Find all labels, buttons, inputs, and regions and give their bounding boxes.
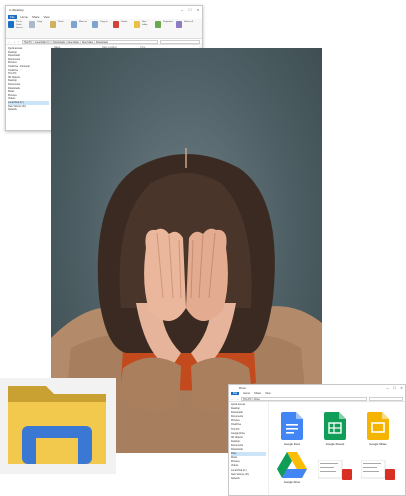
select-all-icon[interactable] (176, 21, 182, 28)
item-label: Google Docs (283, 442, 301, 446)
tab-view[interactable]: View (265, 392, 271, 395)
tab-share[interactable]: Share (32, 15, 39, 19)
ribbon-label: New folder (142, 21, 148, 26)
pdf-thumbnail-icon (317, 459, 352, 480)
pdf-file-item[interactable] (359, 459, 397, 481)
paste-icon[interactable] (50, 21, 56, 28)
tab-file[interactable]: File (8, 14, 17, 19)
move-to-icon[interactable] (71, 21, 77, 28)
new-folder-icon[interactable] (134, 21, 140, 28)
title-bar: C:\Desktop – □ × (6, 6, 202, 14)
ribbon: Pin to Quick access Copy Paste Move to C… (6, 19, 202, 39)
ribbon-label: Delete (121, 21, 128, 23)
tab-view[interactable]: View (43, 15, 49, 19)
item-label: Google Slides (369, 442, 387, 446)
ribbon-label: Select all (184, 21, 193, 23)
ribbon-label: Paste (58, 21, 64, 23)
google-docs-icon (281, 412, 303, 440)
ribbon-label: Pin to Quick access (16, 21, 23, 29)
close-button[interactable]: × (194, 6, 202, 14)
google-sheets-item[interactable]: Google Sheets (316, 412, 354, 446)
item-label: Google Drive (283, 480, 301, 484)
copy-to-icon[interactable] (92, 21, 98, 28)
pin-icon[interactable] (8, 21, 14, 28)
google-drive-icon (277, 452, 307, 478)
address-bar[interactable]: This PC > Local Disk (C:) > Downloads > … (21, 39, 158, 44)
window-title: Drive (239, 386, 247, 390)
tab-file[interactable]: File (231, 392, 240, 395)
properties-icon[interactable] (155, 21, 161, 28)
address-bar[interactable]: This PC > Drive (241, 396, 367, 401)
tab-share[interactable]: Share (254, 392, 261, 395)
navigation-pane: Quick access Desktop Downloads Documents Pic… (229, 402, 269, 495)
nav-item[interactable]: Network (231, 477, 266, 481)
ribbon-label: Copy (37, 21, 43, 23)
maximize-button[interactable]: □ (186, 6, 194, 14)
item-label: Google Sheets (325, 442, 345, 446)
address-bar-row: ← → ↑ This PC > Local Disk (C:) > Downlo… (6, 39, 202, 45)
navigation-pane: Quick access Desktop Downloads Documents Pic… (6, 46, 52, 130)
forward-arrow-icon[interactable]: → (236, 397, 239, 401)
minimize-button[interactable]: – (384, 385, 391, 391)
window-title: C:\Desktop (9, 8, 24, 12)
pdf-file-item[interactable] (316, 459, 354, 481)
google-docs-item[interactable]: Google Docs (273, 412, 311, 446)
tab-home[interactable]: Home (243, 392, 250, 395)
back-arrow-icon[interactable]: ← (231, 397, 234, 401)
minimize-button[interactable]: – (178, 6, 186, 14)
google-slides-icon (367, 412, 389, 440)
google-sheets-icon (324, 412, 346, 440)
ribbon-label: Move to (79, 21, 87, 23)
file-explorer-icon-tile (0, 378, 116, 474)
up-arrow-icon[interactable]: ↑ (18, 40, 20, 44)
search-input[interactable] (160, 39, 200, 44)
file-grid: Google Docs Google Sheets Google Slides … (269, 402, 405, 495)
copy-icon[interactable] (29, 21, 35, 28)
maximize-button[interactable]: □ (391, 385, 398, 391)
close-button[interactable]: × (398, 385, 405, 391)
back-arrow-icon[interactable]: ← (8, 40, 11, 44)
google-drive-item[interactable]: Google Drive (273, 452, 311, 484)
file-explorer-icon (8, 386, 106, 464)
pdf-thumbnail-icon (360, 459, 395, 480)
file-explorer-window-drive: Drive – □ × File Home Share View ← → Thi… (228, 384, 406, 496)
ribbon-label: Copy to (100, 21, 108, 23)
tab-home[interactable]: Home (21, 15, 28, 19)
google-slides-item[interactable]: Google Slides (359, 412, 397, 446)
ribbon-label: Properties (163, 21, 173, 23)
forward-arrow-icon[interactable]: → (13, 40, 16, 44)
delete-icon[interactable] (113, 21, 119, 28)
search-input[interactable] (369, 396, 403, 401)
nav-item[interactable]: Network (8, 108, 49, 112)
